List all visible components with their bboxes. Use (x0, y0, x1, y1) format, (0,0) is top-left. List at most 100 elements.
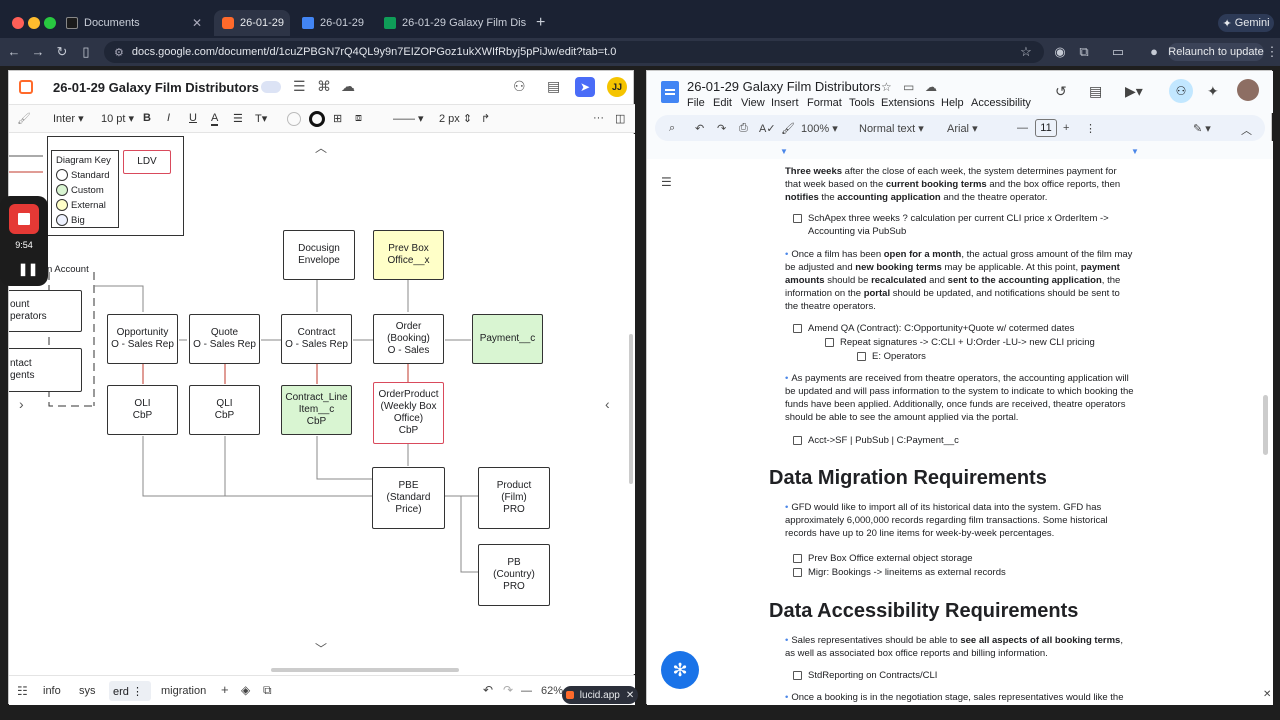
diagram-canvas[interactable]: Diagram Key Standard Custom External Big… (9, 134, 635, 674)
right-margin-marker-icon[interactable]: ▼ (1131, 147, 1139, 156)
font-size-input[interactable]: 11 (1035, 119, 1057, 137)
extension-icon[interactable]: ◉ (1052, 44, 1068, 60)
connector-icon[interactable]: ↱ (481, 112, 490, 125)
lucid-logo-icon[interactable] (19, 80, 33, 94)
new-tab-button[interactable]: + (536, 14, 545, 32)
chevron-left-icon[interactable]: ‹ (605, 396, 610, 412)
operators-box[interactable]: ount perators (9, 290, 82, 332)
paint-format-icon[interactable]: 🖌 (781, 122, 795, 135)
pb-node[interactable]: PB (Country) PRO (478, 544, 550, 606)
scroll-up-icon[interactable]: ︿ (315, 139, 327, 156)
font-select[interactable]: Arial ▾ (947, 122, 978, 135)
page-tab-info[interactable]: info (43, 685, 61, 697)
page-list-icon[interactable]: ☷ (17, 684, 28, 698)
panel-icon[interactable]: ◫ (615, 112, 625, 125)
share-people-icon[interactable]: ⚇ (1169, 79, 1193, 103)
bold-button[interactable]: B (143, 112, 151, 124)
close-icon[interactable]: ✕ (626, 690, 634, 701)
browser-tab-documents[interactable]: Documents ✕ (58, 10, 210, 36)
underline-button[interactable]: U (189, 112, 197, 124)
page-tab-sys[interactable]: sys (79, 685, 96, 697)
back-icon[interactable]: ← (6, 44, 22, 59)
puzzle-icon[interactable]: ⧉ (1076, 44, 1092, 60)
menu-tools[interactable]: Tools (849, 97, 875, 109)
cloud-icon[interactable]: ☁ (341, 78, 355, 95)
checklist-item[interactable]: E: Operators (857, 350, 926, 363)
page-tab-migration[interactable]: migration (161, 685, 206, 697)
more-tools-icon[interactable]: ⋮ (1085, 122, 1096, 135)
site-info-icon[interactable]: ⚙ (114, 46, 124, 59)
lucid-app-pill[interactable]: lucid.app ✕ (562, 686, 638, 704)
gemini-button[interactable]: ✦ Gemini (1218, 14, 1274, 32)
history-icon[interactable]: ↺ (1055, 83, 1067, 100)
undo-icon[interactable]: ↶ (695, 122, 704, 135)
checkbox[interactable] (793, 324, 802, 333)
horizontal-scrollbar[interactable] (271, 668, 459, 672)
menu-file[interactable]: File (687, 97, 705, 109)
checkbox[interactable] (793, 671, 802, 680)
qli-node[interactable]: QLI CbP (189, 385, 260, 435)
menu-edit[interactable]: Edit (713, 97, 732, 109)
stop-recording-button[interactable] (9, 204, 39, 234)
checklist-item[interactable]: Amend QA (Contract): C:Opportunity+Quote… (793, 322, 1074, 335)
text-color-button[interactable]: A (211, 112, 219, 126)
lucid-document-title[interactable]: 26-01-29 Galaxy Film Distributors (53, 80, 259, 95)
account-avatar[interactable] (1237, 79, 1259, 101)
product-node[interactable]: Product (Film) PRO (478, 467, 550, 529)
status-toggle[interactable] (261, 81, 281, 93)
italic-button[interactable]: I (167, 112, 170, 124)
forward-icon[interactable]: → (30, 44, 46, 59)
undo-icon[interactable]: ↶ (483, 683, 493, 697)
pbe-node[interactable]: PBE (Standard Price) (372, 467, 445, 529)
meet-icon[interactable]: ▶▾ (1125, 83, 1143, 100)
style-select[interactable]: Normal text ▾ (859, 122, 924, 135)
checkbox[interactable] (793, 436, 802, 445)
checkbox[interactable] (857, 352, 866, 361)
address-bar[interactable]: ⚙ docs.google.com/document/d/1cuZPBGN7rQ… (104, 41, 1044, 63)
chevron-right-icon[interactable]: › (19, 396, 24, 412)
profile-avatar[interactable]: ● (1146, 44, 1162, 59)
account-label[interactable]: n Account (47, 264, 89, 275)
star-icon[interactable]: ☆ (881, 80, 892, 94)
browser-tab-docs[interactable]: 26-01-29 ✕ (294, 10, 370, 36)
menu-help[interactable]: Help (941, 97, 964, 109)
fill-color-button[interactable] (287, 112, 301, 126)
checklist-item[interactable]: Acct->SF | PubSub | C:Payment__c (793, 434, 959, 447)
indent-marker-icon[interactable]: ▼ (780, 147, 788, 156)
image-icon[interactable]: ⧈ (355, 112, 362, 125)
zoom-out-icon[interactable]: — (521, 685, 532, 697)
browser-tab-sheets[interactable]: 26-01-29 Galaxy Film Distribut ✕ (376, 10, 526, 36)
checkbox[interactable] (825, 338, 834, 347)
tab-search-icon[interactable]: ▭ (1110, 44, 1126, 60)
checklist-item[interactable]: Repeat signatures -> C:CLI + U:Order -LU… (825, 336, 1095, 349)
increase-font-size-button[interactable]: + (1063, 122, 1069, 134)
sidebar-icon[interactable]: ▯ (78, 44, 94, 60)
menu-view[interactable]: View (741, 97, 765, 109)
gemini-icon[interactable]: ✦ (1207, 83, 1219, 100)
opportunity-node[interactable]: Opportunity O - Sales Rep (107, 314, 178, 364)
cloud-status-icon[interactable]: ☁ (925, 80, 937, 94)
layers-icon[interactable]: ◈ (241, 683, 250, 697)
agents-box[interactable]: ntact gents (9, 348, 82, 392)
explore-button[interactable]: ✻ (661, 651, 699, 689)
font-size-select[interactable]: 10 pt ▾ (101, 112, 134, 125)
oli-node[interactable]: OLI CbP (107, 385, 178, 435)
outline-icon[interactable]: ☰ (661, 175, 672, 189)
add-page-button[interactable]: + (221, 682, 229, 697)
contract-node[interactable]: Contract O - Sales Rep (281, 314, 352, 364)
vertical-scrollbar[interactable] (629, 334, 633, 484)
share-icon[interactable]: ➤ (575, 77, 595, 97)
browser-tab-lucid[interactable]: 26-01-29 ✕ (214, 10, 290, 36)
zoom-select[interactable]: 100% ▾ (801, 122, 838, 135)
checkbox[interactable] (793, 568, 802, 577)
text-options-icon[interactable]: T▾ (255, 112, 267, 125)
menu-insert[interactable]: Insert (771, 97, 799, 109)
presentation-icon[interactable]: ⧉ (263, 683, 272, 698)
folder-icon[interactable]: ▭ (903, 80, 914, 94)
collaborators-icon[interactable]: ⚇ (513, 78, 526, 95)
collapse-toolbar-icon[interactable]: ︿ (1241, 122, 1252, 138)
line-style-select[interactable]: —— ▾ (393, 112, 424, 125)
more-icon[interactable]: ··· (593, 112, 604, 124)
docusign-envelope-node[interactable]: Docusign Envelope (283, 230, 355, 280)
close-window-button[interactable] (12, 17, 24, 29)
